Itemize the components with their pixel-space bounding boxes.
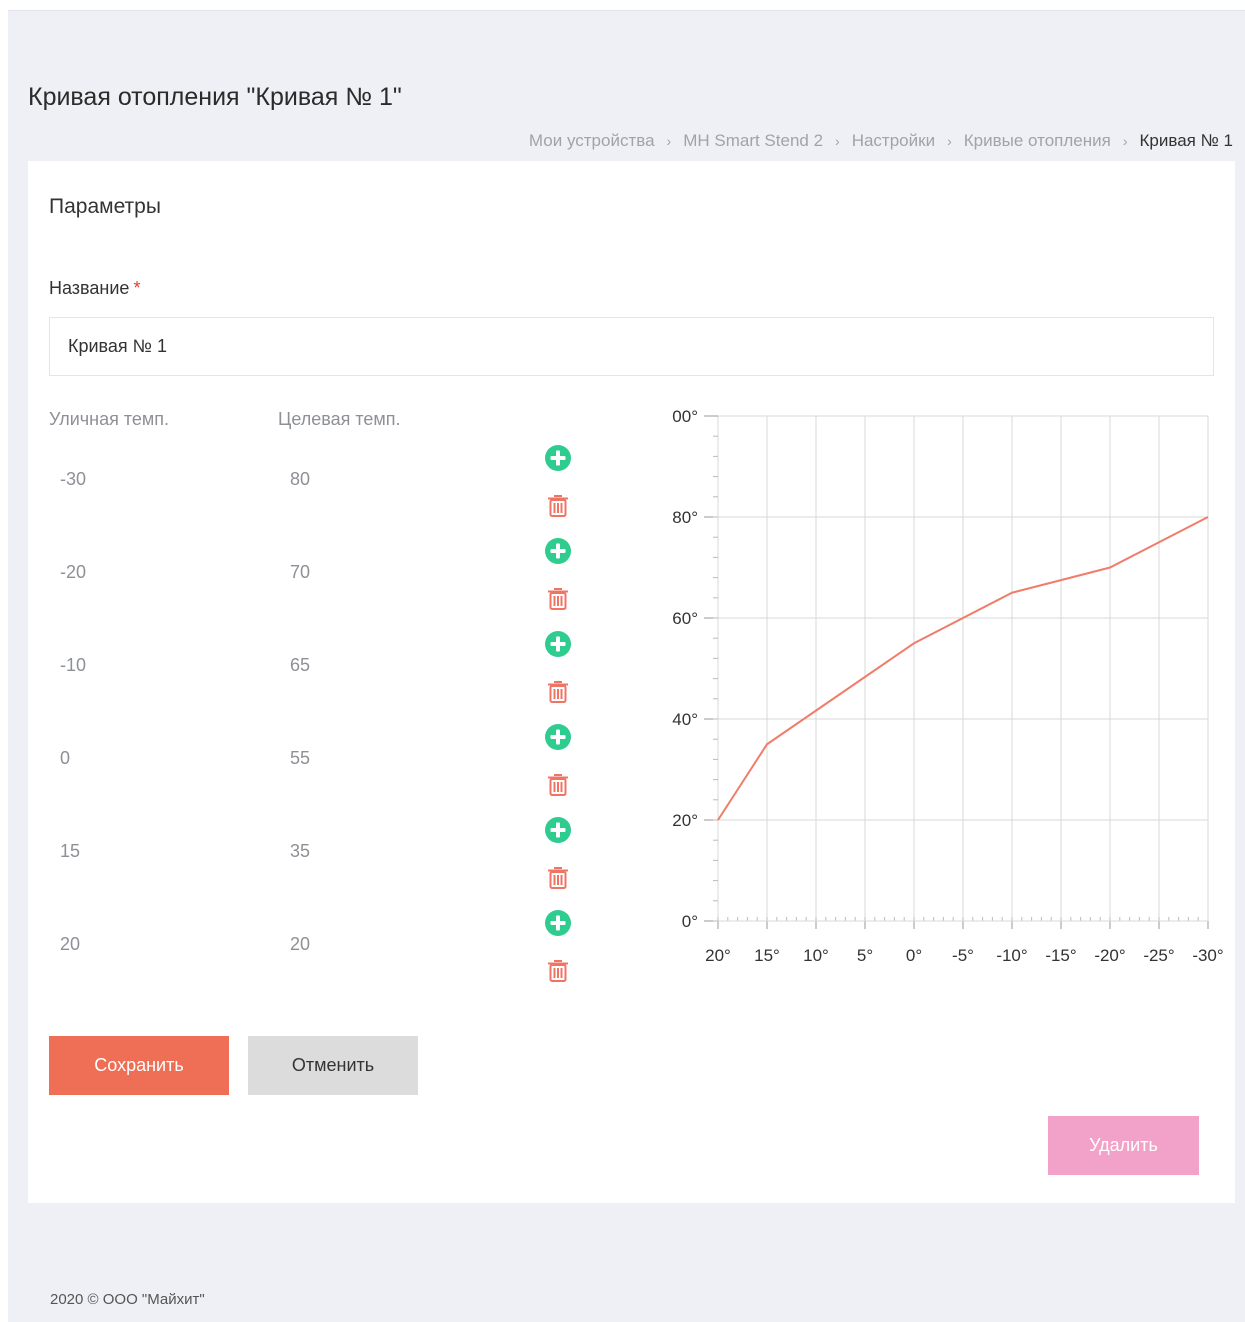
chart-x-tick-label: -5° <box>952 946 974 965</box>
breadcrumb-item-devices[interactable]: Мои устройства <box>529 131 655 151</box>
chart-x-tick-label: 15° <box>754 946 780 965</box>
chevron-right-icon: › <box>666 133 672 149</box>
required-mark: * <box>133 278 141 298</box>
chart-x-tick-label: -25° <box>1143 946 1174 965</box>
plus-circle-icon[interactable] <box>544 723 572 751</box>
breadcrumb-item-settings[interactable]: Настройки <box>852 131 935 151</box>
chevron-right-icon: › <box>947 133 952 149</box>
trash-icon[interactable] <box>544 491 572 519</box>
name-field-label: Название * <box>49 278 140 299</box>
trash-icon[interactable] <box>544 770 572 798</box>
trash-icon[interactable] <box>544 677 572 705</box>
chart-x-tick-label: -30° <box>1192 946 1223 965</box>
chevron-right-icon: › <box>1122 133 1128 149</box>
trash-icon[interactable] <box>544 584 572 612</box>
outdoor-temp-value[interactable]: -30 <box>60 469 86 490</box>
name-label-text: Название <box>49 278 130 298</box>
chart-x-tick-label: 5° <box>857 946 873 965</box>
heating-curve-chart: 20° 15° 10° 5° 0° -5° -10° -15° -20° -25° -30° 0° 20… <box>643 401 1228 981</box>
plus-circle-icon[interactable] <box>544 816 572 844</box>
plus-circle-icon[interactable] <box>544 909 572 937</box>
chart-svg: 20° 15° 10° 5° 0° -5° -10° -15° -20° -25° -30° 0° 20… <box>672 407 1223 965</box>
footer-copyright: 2020 © ООО "Майхит" <box>50 1291 205 1308</box>
outdoor-temp-value[interactable]: 15 <box>60 841 80 862</box>
cancel-button[interactable]: Отменить <box>248 1036 418 1095</box>
target-temp-value[interactable]: 80 <box>290 469 310 490</box>
chart-x-tick-label: 0° <box>906 946 922 965</box>
chart-x-tick-label: -10° <box>996 946 1027 965</box>
parameters-card: Параметры Название* Уличная темп. Целева… <box>28 161 1235 1203</box>
name-input[interactable] <box>49 317 1214 376</box>
trash-icon[interactable] <box>544 956 572 984</box>
chart-y-tick-label: 80° <box>672 508 698 527</box>
chart-x-tick-label: -15° <box>1045 946 1076 965</box>
breadcrumb-item-device[interactable]: MH Smart Stend 2 <box>683 131 823 151</box>
outdoor-temp-value[interactable]: -10 <box>60 655 86 676</box>
target-temp-value[interactable]: 20 <box>290 934 310 955</box>
curve-point-row: 20 20 <box>28 934 528 964</box>
target-temp-value[interactable]: 35 <box>290 841 310 862</box>
curve-point-row: 15 35 <box>28 841 528 871</box>
chart-y-tick-label: 60° <box>672 609 698 628</box>
plus-circle-icon[interactable] <box>544 630 572 658</box>
curve-point-row: 0 55 <box>28 748 528 778</box>
breadcrumb-item-current: Кривая № 1 <box>1139 131 1234 150</box>
delete-button[interactable]: Удалить <box>1048 1116 1199 1175</box>
outdoor-temp-value[interactable]: -20 <box>60 562 86 583</box>
chart-y-tick-label: 20° <box>672 811 698 830</box>
save-button[interactable]: Сохранить <box>49 1036 229 1095</box>
curve-point-row: -10 65 <box>28 655 528 685</box>
card-title: Параметры <box>49 195 161 218</box>
outdoor-temp-value[interactable]: 0 <box>60 748 70 769</box>
plus-circle-icon[interactable] <box>544 444 572 472</box>
breadcrumb: Мои устройства › MH Smart Stend 2 › Наст… <box>529 131 1233 151</box>
column-header-outdoor: Уличная темп. <box>49 409 170 429</box>
chart-x-tick-label: 20° <box>705 946 731 965</box>
target-temp-value[interactable]: 70 <box>290 562 310 583</box>
chart-x-tick-label: 10° <box>803 946 829 965</box>
trash-icon[interactable] <box>544 863 572 891</box>
curve-point-row: -30 80 <box>28 469 528 499</box>
chart-y-tick-label: 0° <box>682 912 698 931</box>
page-title: Кривая отопления "Кривая № 1" <box>28 83 402 111</box>
target-temp-value[interactable]: 65 <box>290 655 310 676</box>
chevron-right-icon: › <box>835 133 840 149</box>
breadcrumb-item-curves[interactable]: Кривые отопления <box>964 131 1111 151</box>
target-temp-value[interactable]: 55 <box>290 748 310 769</box>
curve-point-row: -20 70 <box>28 562 528 592</box>
page: Кривая отопления "Кривая № 1" Мои устрой… <box>8 10 1245 1322</box>
outdoor-temp-value[interactable]: 20 <box>60 934 80 955</box>
chart-y-tick-label: 40° <box>672 710 698 729</box>
column-header-target: Целевая темп. <box>278 409 401 429</box>
plus-circle-icon[interactable] <box>544 537 572 565</box>
chart-y-tick-label: 00° <box>672 407 698 426</box>
chart-x-tick-label: -20° <box>1094 946 1125 965</box>
